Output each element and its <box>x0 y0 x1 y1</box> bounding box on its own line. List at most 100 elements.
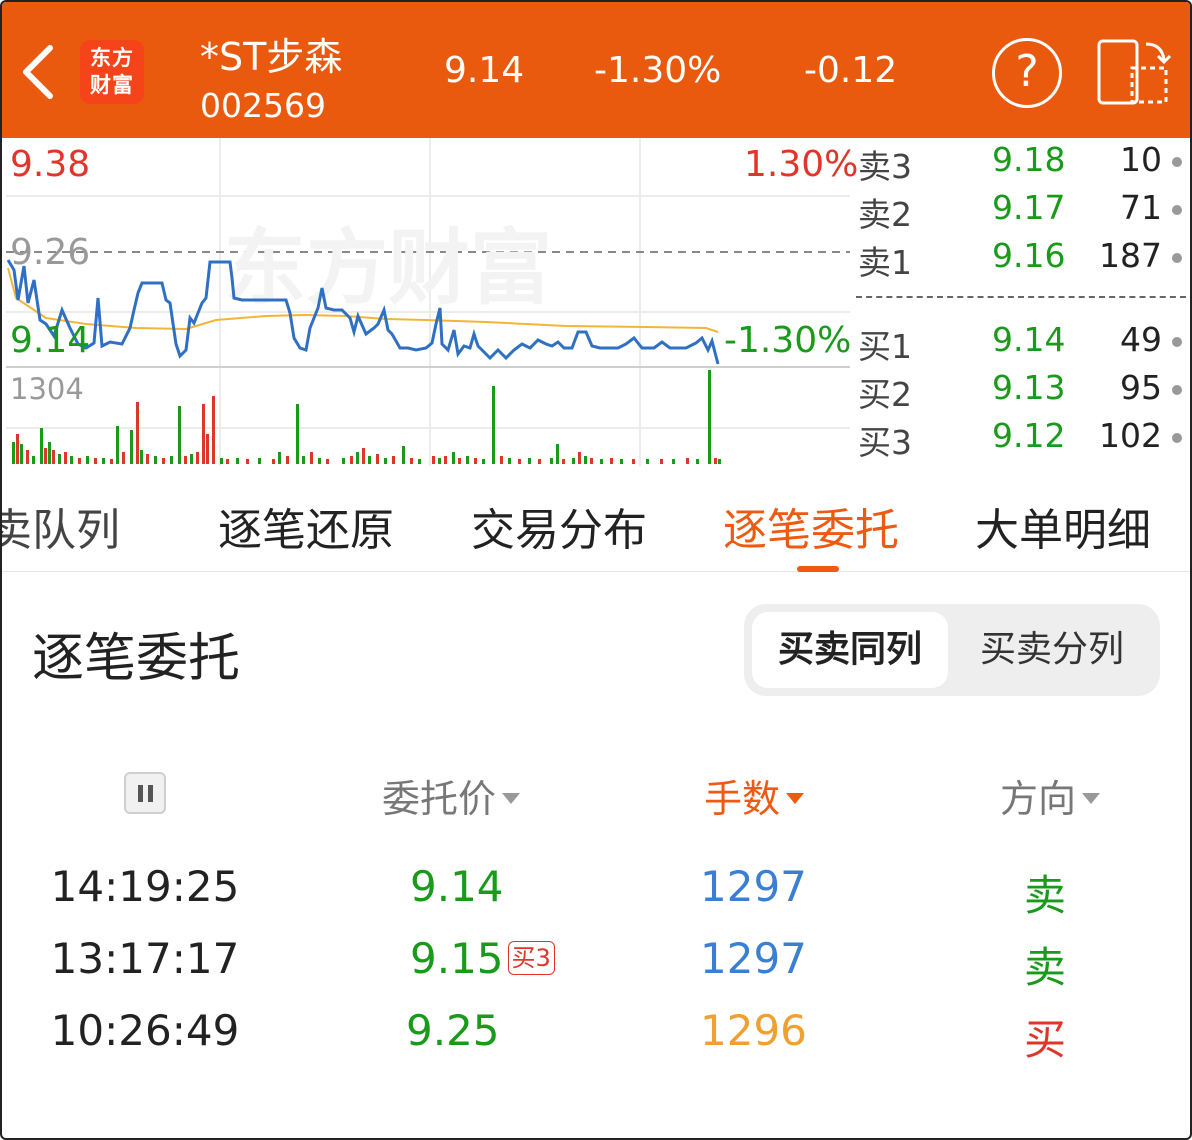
ask-row[interactable]: 卖2 9.17 71 <box>858 188 1182 234</box>
volume-bar <box>20 444 23 464</box>
row-direction: 卖 <box>1024 871 1067 920</box>
row-price: 9.15 买3 <box>410 934 555 983</box>
change-percent: -1.30% <box>594 50 722 91</box>
volume-bar <box>418 459 421 464</box>
volume-bar <box>146 454 149 464</box>
dot-icon <box>1172 337 1182 347</box>
ask-row[interactable]: 卖3 9.18 10 <box>858 140 1182 186</box>
rotate-screen-icon[interactable] <box>1096 38 1174 108</box>
volume-bar <box>212 396 215 464</box>
current-price: 9.14 <box>444 50 525 91</box>
volume-bar <box>202 404 205 464</box>
volume-bar <box>402 446 405 464</box>
tab-sell-queue[interactable]: 卖队列 <box>2 494 120 558</box>
volume-bar <box>584 456 587 464</box>
pause-icon[interactable] <box>124 772 166 814</box>
volume-bar <box>154 456 157 464</box>
volume-bar <box>452 452 455 464</box>
sort-caret-icon <box>502 793 521 804</box>
volume-bar <box>162 458 165 464</box>
column-header-qty[interactable]: 手数 <box>704 768 805 823</box>
volume-bars <box>12 370 721 464</box>
row-time: 13:17:17 <box>50 934 240 983</box>
volume-bar <box>318 458 321 464</box>
volume-bar <box>94 458 97 464</box>
volume-bar <box>122 452 125 464</box>
bid-row[interactable]: 买1 9.14 49 <box>858 320 1182 366</box>
header-bar: 东方 财富 *ST步森 002569 9.14 -1.30% -0.12 ? <box>2 2 1190 138</box>
volume-bar <box>482 459 485 464</box>
table-row[interactable]: 13:17:17 9.15 买3 1297 卖 <box>2 934 1190 1000</box>
volume-bar <box>258 458 261 464</box>
volume-bar <box>190 454 193 464</box>
volume-bar <box>620 459 623 464</box>
volume-bar <box>48 442 51 464</box>
book-divider <box>856 296 1186 298</box>
column-header-direction[interactable]: 方向 <box>1000 768 1101 823</box>
volume-bar <box>350 456 353 464</box>
volume-bar <box>550 458 553 464</box>
question-circle-icon[interactable]: ? <box>992 38 1062 108</box>
tab-tick-restore[interactable]: 逐笔还原 <box>218 494 394 558</box>
row-qty: 1296 <box>700 1006 807 1055</box>
volume-bar <box>296 404 299 464</box>
volume-bar <box>272 459 275 464</box>
volume-bar <box>392 456 395 464</box>
volume-bar <box>578 452 581 464</box>
volume-bar <box>52 450 55 464</box>
tab-bar: 卖队列 逐笔还原 交易分布 逐笔委托 大单明细 <box>2 468 1190 572</box>
same-column-button[interactable]: 买卖同列 <box>752 612 948 688</box>
order-book: 卖3 9.18 10 卖2 9.17 71 卖1 9.16 187 买1 9.1… <box>852 138 1190 466</box>
table-row[interactable]: 14:19:25 9.14 1297 卖 <box>2 862 1190 928</box>
tab-tick-orders[interactable]: 逐笔委托 <box>723 494 899 558</box>
row-qty: 1297 <box>700 862 807 911</box>
volume-bar <box>562 459 565 464</box>
row-price: 9.25 <box>406 1006 500 1055</box>
volume-bar <box>326 459 329 464</box>
volume-bar <box>170 456 173 464</box>
bid-row[interactable]: 买2 9.13 95 <box>858 368 1182 414</box>
app-logo[interactable]: 东方 财富 <box>80 40 144 104</box>
dot-icon <box>1172 205 1182 215</box>
low-price-label: 9.14 <box>10 320 91 361</box>
volume-bar <box>444 456 447 464</box>
view-toggle: 买卖同列 买卖分列 <box>744 604 1160 696</box>
volume-bar <box>590 458 593 464</box>
stock-code: 002569 <box>200 86 326 125</box>
section-title: 逐笔委托 <box>32 629 241 689</box>
split-column-button[interactable]: 买卖分列 <box>954 612 1150 688</box>
volume-bar <box>130 430 133 464</box>
low-pct-label: -1.30% <box>724 320 852 361</box>
row-time: 10:26:49 <box>50 1006 240 1055</box>
volume-bar <box>310 452 313 464</box>
bid-row[interactable]: 买3 9.12 102 <box>858 416 1182 462</box>
intraday-chart[interactable]: 东方财富 9.38 1.30% 9.26 9.14 -1.30% 1304 <box>6 138 858 466</box>
chevron-left-icon[interactable] <box>16 40 66 104</box>
volume-bar <box>110 459 113 464</box>
volume-bar <box>178 406 181 464</box>
volume-bar <box>672 459 675 464</box>
volume-bar <box>632 459 635 464</box>
sort-caret-icon <box>1082 793 1101 804</box>
volume-bar <box>78 458 81 464</box>
volume-bar <box>16 434 19 464</box>
watermark-text: 东方财富 <box>224 221 552 316</box>
volume-bar <box>458 458 461 464</box>
table-row[interactable]: 10:26:49 9.25 1296 买 <box>2 1006 1190 1072</box>
volume-bar <box>12 442 15 464</box>
volume-bar <box>466 456 469 464</box>
volume-bar <box>556 444 559 464</box>
volume-bar <box>714 458 717 464</box>
tab-trade-distribution[interactable]: 交易分布 <box>471 494 647 558</box>
volume-bar <box>184 456 187 464</box>
ask-row[interactable]: 卖1 9.16 187 <box>858 236 1182 282</box>
volume-bar <box>40 428 43 464</box>
volume-bar <box>610 458 613 464</box>
change-amount: -0.12 <box>804 50 898 91</box>
column-header-price[interactable]: 委托价 <box>382 768 521 823</box>
dot-icon <box>1172 385 1182 395</box>
volume-bar <box>500 456 503 464</box>
tab-large-orders[interactable]: 大单明细 <box>975 494 1151 558</box>
row-qty: 1297 <box>700 934 807 983</box>
dot-icon <box>1172 253 1182 263</box>
